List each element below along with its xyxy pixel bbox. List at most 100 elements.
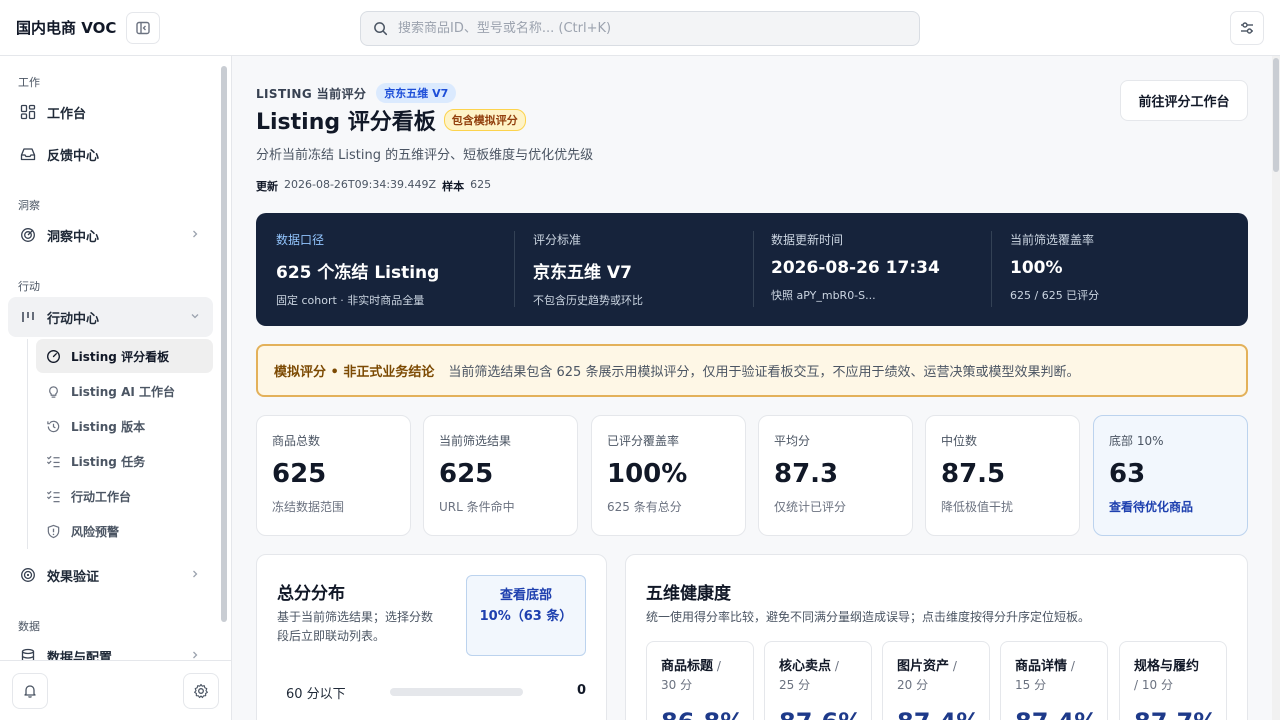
distribution-row[interactable]: 60 分以下 0 <box>286 683 586 703</box>
health-title: 五维健康度 <box>646 584 731 604</box>
grid-icon <box>20 104 36 120</box>
standard-tag: 京东五维 V7 <box>376 83 457 103</box>
sidebar-item-label: 反馈中心 <box>47 148 100 164</box>
summary-divider <box>753 231 754 307</box>
sidebar-section-insight: 洞察 <box>18 199 40 212</box>
subitem-listing-version[interactable]: Listing 版本 <box>36 409 213 443</box>
sidebar-section-data: 数据 <box>18 620 40 633</box>
sample-value: 625 <box>470 178 492 191</box>
distribution-row-count: 0 <box>576 683 586 698</box>
stat-card-total: 商品总数 625 冻结数据范围 <box>256 415 411 536</box>
dimension-card-title[interactable]: 商品标题 / 30 分 86.8% <box>646 641 754 720</box>
sidebar-toggle-button[interactable] <box>126 12 160 44</box>
subitem-label: Listing 任务 <box>71 454 146 469</box>
dimension-card-details[interactable]: 商品详情 / 15 分 87.4% <box>1000 641 1108 720</box>
dimension-name: 规格与履约 <box>1134 659 1200 674</box>
stat-value: 625 <box>272 459 327 489</box>
stat-value: 87.5 <box>941 459 1006 489</box>
sidebar-item-insight-center[interactable]: 洞察中心 <box>8 215 213 255</box>
stat-value: 87.3 <box>774 459 839 489</box>
dimension-card-specs[interactable]: 规格与履约 / 10 分 87.7% <box>1119 641 1227 720</box>
summary-value: 100% <box>1010 258 1063 278</box>
distribution-desc-line: 段后立即联动列表。 <box>277 629 386 643</box>
notifications-button[interactable] <box>12 673 48 709</box>
search-box[interactable] <box>360 11 920 46</box>
dimension-card-images[interactable]: 图片资产 / 20 分 87.4% <box>882 641 990 720</box>
health-desc: 统一使用得分率比较，避免不同满分量纲造成误导；点击维度按得分升序定位短板。 <box>646 610 1091 624</box>
sliders-icon <box>1241 22 1253 34</box>
subitem-label: Listing 评分看板 <box>71 349 170 364</box>
summary-sub: 固定 cohort · 非实时商品全量 <box>276 294 425 307</box>
gauge-icon <box>47 349 60 363</box>
subitem-action-workbench[interactable]: 行动工作台 <box>36 479 213 513</box>
dimension-max: 10 分 <box>1141 678 1173 692</box>
dimension-rate: 87.4% <box>897 708 980 720</box>
chevron-right-icon <box>193 570 198 578</box>
subitem-listing-score-board[interactable]: Listing 评分看板 <box>36 339 213 373</box>
stat-label: 中位数 <box>941 434 978 448</box>
subitem-listing-ai-workbench[interactable]: Listing AI 工作台 <box>36 374 213 408</box>
summary-value: 2026-08-26 17:34 <box>771 258 940 278</box>
sample-label: 样本 <box>442 180 465 193</box>
radar-icon <box>21 228 35 242</box>
summary-label: 数据口径 <box>276 233 325 247</box>
kicker-text: LISTING 当前评分 <box>256 86 367 101</box>
checklist-icon <box>46 490 60 502</box>
summary-value: 京东五维 V7 <box>533 263 632 283</box>
distribution-title: 总分分布 <box>277 584 345 604</box>
distribution-desc: 基于当前筛选结果；选择分数 段后立即联动列表。 <box>277 608 433 646</box>
settings-button[interactable] <box>183 673 219 709</box>
five-dimension-health-panel: 五维健康度 统一使用得分率比较，避免不同满分量纲造成误导；点击维度按得分升序定位… <box>625 554 1248 720</box>
stat-sub: 仅统计已评分 <box>774 500 847 514</box>
dimension-max: 25 分 <box>779 678 811 692</box>
summary-label: 评分标准 <box>533 233 582 247</box>
subitem-listing-task[interactable]: Listing 任务 <box>36 444 213 478</box>
main-content: LISTING 当前评分 京东五维 V7 Listing 评分看板 包含模拟评分… <box>232 56 1280 720</box>
bell-icon <box>24 685 36 698</box>
stat-card-bottom-10[interactable]: 底部 10% 63 查看待优化商品 <box>1093 415 1248 536</box>
summary-label: 当前筛选覆盖率 <box>1010 233 1095 247</box>
sidebar-scrollbar[interactable] <box>221 66 227 622</box>
view-bottom-10-button[interactable]: 查看底部 10%（63 条） <box>466 575 586 656</box>
sidebar-item-workbench[interactable]: 工作台 <box>8 92 213 132</box>
sidebar-collapse-icon <box>136 21 150 35</box>
main-scrollbar[interactable] <box>1272 56 1280 720</box>
lightbulb-icon <box>49 385 58 398</box>
summary-sub: 不包含历史趋势或环比 <box>533 294 643 307</box>
goto-score-workbench-button[interactable]: 前往评分工作台 <box>1120 80 1248 121</box>
stat-value: 625 <box>439 459 494 489</box>
stat-card-filtered: 当前筛选结果 625 URL 条件命中 <box>423 415 578 536</box>
settings-sliders-button[interactable] <box>1230 11 1264 45</box>
page-title: Listing 评分看板 <box>256 110 436 135</box>
inbox-icon <box>20 148 36 161</box>
sidebar-item-feedback[interactable]: 反馈中心 <box>8 134 213 174</box>
summary-banner: 数据口径 625 个冻结 Listing 固定 cohort · 非实时商品全量… <box>256 213 1248 326</box>
summary-update-time: 数据更新时间 2026-08-26 17:34 快照 aPY_mbR0-S... <box>771 231 1009 309</box>
stat-sub: 冻结数据范围 <box>272 500 345 514</box>
distribution-desc-line: 基于当前筛选结果；选择分数 <box>277 610 434 624</box>
updated-label: 更新 <box>256 180 278 193</box>
gear-icon <box>194 683 208 699</box>
sidebar-item-label: 洞察中心 <box>47 229 100 245</box>
submenu-guide-line <box>27 339 28 549</box>
sidebar-item-effect[interactable]: 效果验证 <box>8 555 213 595</box>
stat-card-average: 平均分 87.3 仅统计已评分 <box>758 415 913 536</box>
search-icon <box>374 22 388 36</box>
sidebar-section-action: 行动 <box>18 280 40 293</box>
history-icon <box>47 420 60 432</box>
summary-divider <box>991 231 992 307</box>
dimension-rate: 87.7% <box>1134 708 1217 720</box>
search-input[interactable] <box>398 21 878 36</box>
stat-card-median: 中位数 87.5 降低极值干扰 <box>925 415 1080 536</box>
dimension-rate: 86.8% <box>661 708 744 720</box>
sidebar-item-action-center[interactable]: 行动中心 <box>8 297 213 337</box>
summary-sub: 快照 aPY_mbR0-S... <box>771 289 876 302</box>
view-items-to-optimize-link[interactable]: 查看待优化商品 <box>1109 498 1232 515</box>
subitem-label: 行动工作台 <box>71 489 132 504</box>
sidebar-item-label: 行动中心 <box>47 311 100 327</box>
subitem-risk-alert[interactable]: 风险预警 <box>36 514 213 548</box>
stat-label: 当前筛选结果 <box>439 434 512 448</box>
dimension-rate: 87.4% <box>1015 708 1098 720</box>
main-scrollbar-thumb[interactable] <box>1273 58 1279 172</box>
dimension-card-selling-points[interactable]: 核心卖点 / 25 分 87.6% <box>764 641 872 720</box>
